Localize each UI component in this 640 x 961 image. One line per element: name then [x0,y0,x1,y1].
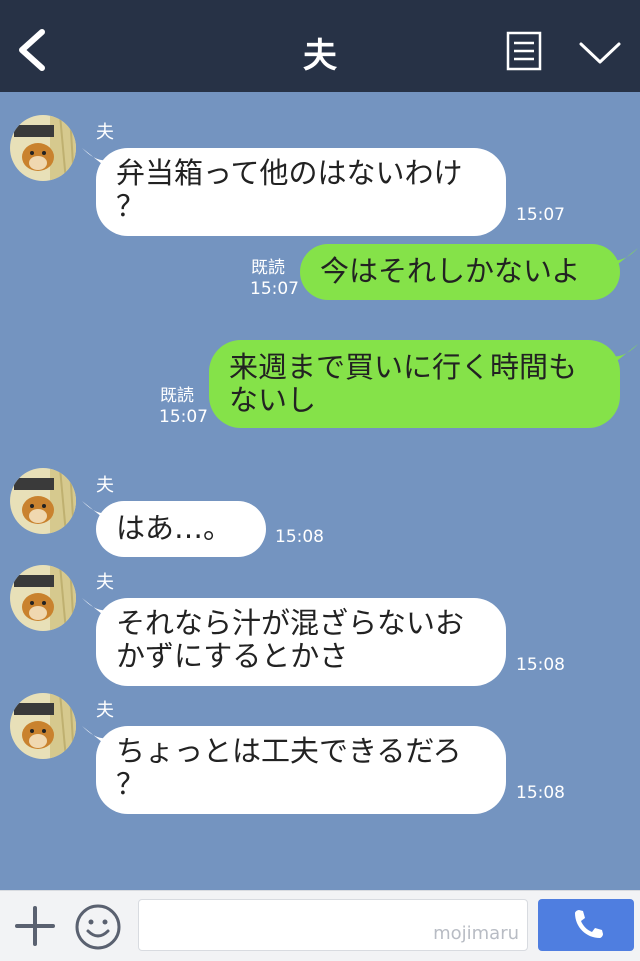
message-text: はあ…。 [116,511,233,545]
avatar[interactable] [10,565,76,631]
call-button[interactable] [538,899,634,951]
avatar[interactable] [10,468,76,534]
chat-title: 夫 [303,36,337,76]
message-text: 今はそれしかないよ [320,254,581,288]
message-text-line: 弁当箱って他のはないわけ [116,156,463,190]
message-bubble[interactable]: はあ…。 [96,501,266,557]
back-chevron-left-icon[interactable] [14,28,54,72]
notes-icon[interactable] [506,31,542,71]
plus-icon[interactable] [14,905,56,947]
bubble-tail [608,248,638,272]
sender-name: 夫 [96,122,114,143]
message-text-line: ？ [116,189,146,223]
sender-name: 夫 [96,475,114,496]
message-time: 15:08 [516,783,565,803]
message-text-line: かずにするとかさ [116,639,349,673]
message-time: 15:08 [275,527,324,547]
avatar[interactable] [10,693,76,759]
chevron-down-icon[interactable] [578,38,622,68]
message-bubble[interactable]: それなら汁が混ざらないお かずにするとかさ [96,598,506,686]
smiley-icon[interactable] [74,903,122,951]
message-text-line: ちょっとは工夫できるだろ [116,734,462,768]
avatar[interactable] [10,115,76,181]
message-time: 15:08 [516,655,565,675]
bubble-tail [608,344,638,368]
message-text-line: それなら汁が混ざらないお [116,606,465,640]
watermark: mojimaru [433,923,519,944]
message-input[interactable]: mojimaru [138,899,528,951]
dog-avatar-icon [10,693,76,759]
message-bubble[interactable]: 弁当箱って他のはないわけ ？ [96,148,506,236]
message-bubble[interactable]: 来週まで買いに行く時間も ないし [209,340,620,428]
dog-avatar-icon [10,115,76,181]
message-text-line: 来週まで買いに行く時間も [229,350,578,384]
read-receipt: 既読 [251,258,285,278]
message-time: 15:07 [516,205,565,225]
dog-avatar-icon [10,468,76,534]
chat-area[interactable]: 夫 弁当箱って他のはないわけ ？ 15:07 既読 15:07 今はそれしかない… [0,92,640,890]
message-bubble[interactable]: ちょっとは工夫できるだろ ？ [96,726,506,814]
message-text-line: ？ [116,767,146,801]
message-bubble[interactable]: 今はそれしかないよ [300,244,620,300]
sender-name: 夫 [96,572,114,593]
message-time: 15:07 [159,407,208,427]
dog-avatar-icon [10,565,76,631]
read-receipt: 既読 [160,386,194,406]
chat-header: 夫 [0,0,640,92]
message-text-line: ないし [229,383,317,417]
phone-icon [575,910,603,938]
input-bar: mojimaru [0,890,640,961]
message-time: 15:07 [250,279,299,299]
sender-name: 夫 [96,700,114,721]
